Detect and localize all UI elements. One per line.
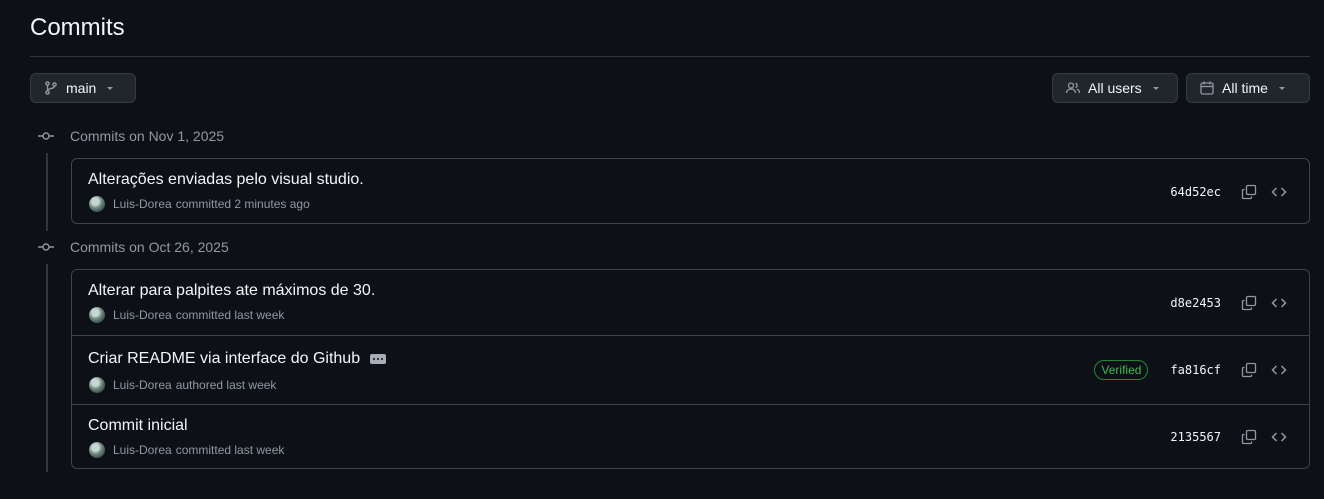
code-icon — [1271, 297, 1287, 308]
commit-message-link[interactable]: Alterar para palpites ate máximos de 30. — [88, 282, 375, 300]
commit-action-time: committed last week — [175, 308, 285, 322]
branch-label: main — [66, 80, 97, 96]
git-commit-icon — [36, 237, 56, 257]
commit-group-header: Commits on Nov 1, 2025 — [36, 126, 224, 146]
commit-sha-link[interactable]: d8e2453 — [1170, 296, 1221, 310]
timeline-line — [46, 264, 48, 472]
avatar[interactable] — [89, 377, 105, 393]
commit-sha-link[interactable]: 2135567 — [1170, 430, 1221, 444]
commit-row: Alterações enviadas pelo visual studio. … — [72, 159, 1309, 224]
commit-list: Alterar para palpites ate máximos de 30.… — [71, 269, 1310, 469]
commit-author[interactable]: Luis-Dorea — [113, 378, 172, 392]
commit-message-wrap: Alterações enviadas pelo visual studio. — [88, 171, 364, 189]
copy-icon — [1241, 184, 1257, 199]
verified-badge[interactable]: Verified — [1094, 360, 1149, 380]
commit-author[interactable]: Luis-Dorea — [113, 308, 172, 322]
commit-action-time: committed last week — [175, 443, 285, 457]
commit-sha-link[interactable]: 64d52ec — [1170, 185, 1221, 199]
commit-row: Alterar para palpites ate máximos de 30.… — [72, 270, 1309, 335]
commit-group-date: Commits on Oct 26, 2025 — [70, 239, 229, 255]
title-divider — [30, 56, 1310, 57]
commit-actions: d8e2453 — [1170, 270, 1293, 335]
browse-repo-button[interactable] — [1265, 423, 1293, 451]
commit-message-wrap: Criar README via interface do Github — [88, 350, 387, 368]
avatar[interactable] — [89, 307, 105, 323]
commit-meta: Luis-Dorea committed 2 minutes ago — [89, 196, 310, 212]
copy-sha-button[interactable] — [1235, 356, 1263, 384]
code-icon — [1271, 365, 1287, 375]
code-icon — [1271, 432, 1287, 442]
expand-description-button[interactable] — [370, 354, 387, 364]
commit-list: Alterações enviadas pelo visual studio. … — [71, 158, 1310, 224]
commit-group-date: Commits on Nov 1, 2025 — [70, 128, 225, 144]
commit-sha-link[interactable]: fa816cf — [1170, 363, 1221, 377]
commit-message-link[interactable]: Criar README via interface do Github — [88, 350, 360, 368]
copy-sha-button[interactable] — [1235, 178, 1263, 206]
copy-icon — [1241, 429, 1257, 445]
chevron-down-icon — [102, 80, 118, 96]
commit-author[interactable]: Luis-Dorea — [113, 197, 172, 211]
commit-author[interactable]: Luis-Dorea — [113, 443, 172, 457]
copy-icon — [1241, 362, 1257, 378]
commit-action-time: committed 2 minutes ago — [175, 197, 310, 211]
users-filter-label: All users — [1088, 80, 1142, 96]
copy-sha-button[interactable] — [1235, 289, 1263, 317]
chevron-down-icon — [1148, 80, 1164, 96]
page-title: Commits — [30, 14, 125, 41]
git-commit-icon — [36, 126, 56, 146]
browse-repo-button[interactable] — [1265, 356, 1293, 384]
calendar-icon — [1199, 80, 1215, 96]
commit-meta: Luis-Dorea committed last week — [89, 442, 284, 458]
copy-icon — [1241, 295, 1257, 310]
timeline-line — [46, 153, 48, 231]
browse-repo-button[interactable] — [1265, 178, 1293, 206]
code-icon — [1271, 186, 1287, 197]
commit-actions: 64d52ec — [1170, 159, 1293, 224]
time-filter-label: All time — [1222, 80, 1268, 96]
time-filter-button[interactable]: All time — [1186, 73, 1310, 103]
commit-row: Criar README via interface do Github Lui… — [72, 335, 1309, 404]
people-icon — [1065, 80, 1081, 96]
commit-message-wrap: Commit inicial — [88, 417, 188, 435]
chevron-down-icon — [1274, 80, 1290, 96]
avatar[interactable] — [89, 196, 105, 212]
commits-page: Commits main All users All time Commits … — [0, 0, 1324, 499]
commit-action-time: authored last week — [175, 378, 277, 392]
commit-meta: Luis-Dorea authored last week — [89, 377, 276, 393]
browse-repo-button[interactable] — [1265, 289, 1293, 317]
commit-group-header: Commits on Oct 26, 2025 — [36, 237, 229, 257]
commit-message-link[interactable]: Alterações enviadas pelo visual studio. — [88, 171, 364, 189]
commit-meta: Luis-Dorea committed last week — [89, 307, 284, 323]
commit-actions: 2135567 — [1170, 405, 1293, 469]
commit-message-link[interactable]: Commit inicial — [88, 417, 188, 435]
git-branch-icon — [43, 80, 59, 96]
commit-actions: Verified fa816cf — [1094, 336, 1293, 404]
commit-row: Commit inicial Luis-Dorea committed last… — [72, 404, 1309, 469]
commit-message-wrap: Alterar para palpites ate máximos de 30. — [88, 282, 375, 300]
users-filter-button[interactable]: All users — [1052, 73, 1178, 103]
branch-selector-button[interactable]: main — [30, 73, 136, 103]
copy-sha-button[interactable] — [1235, 423, 1263, 451]
avatar[interactable] — [89, 442, 105, 458]
